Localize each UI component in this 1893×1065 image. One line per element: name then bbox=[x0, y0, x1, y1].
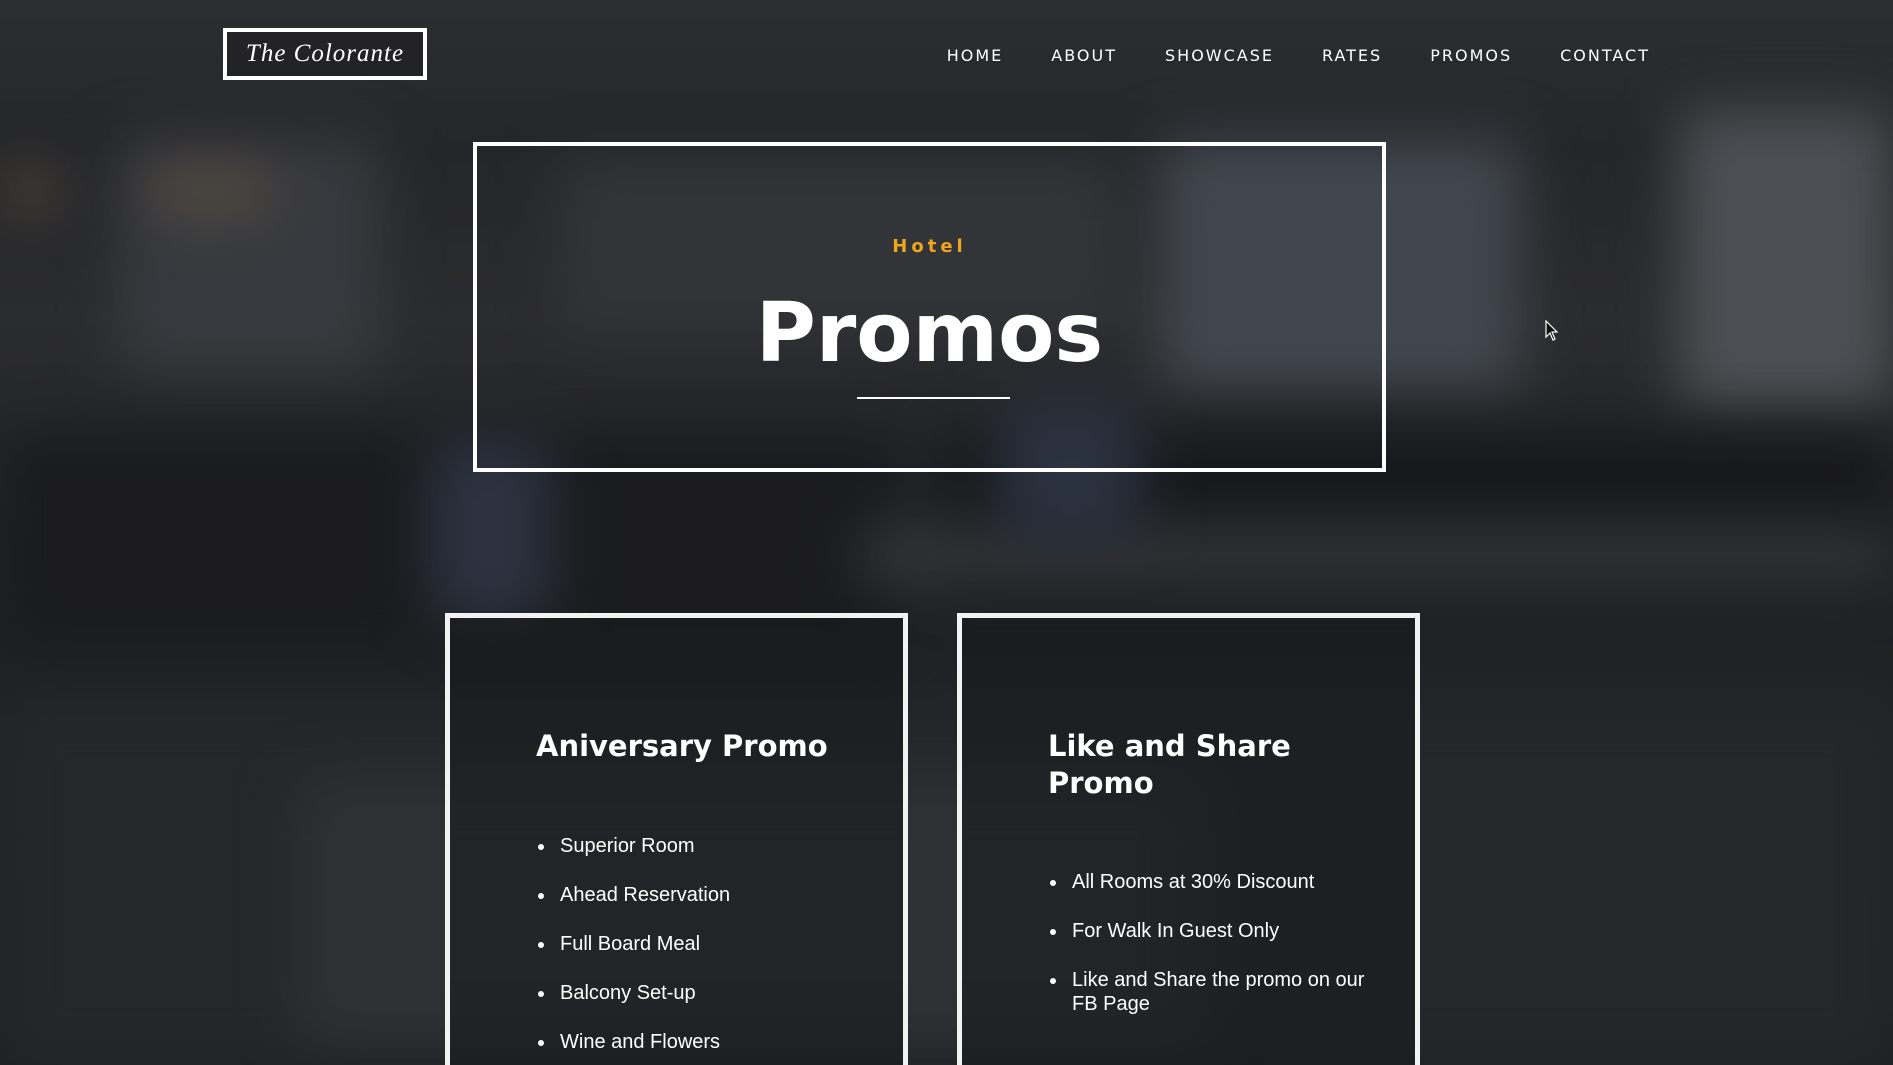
list-item: All Rooms at 30% Discount bbox=[1068, 870, 1368, 894]
nav-promos[interactable]: PROMOS bbox=[1430, 44, 1512, 68]
page: The Colorante HOME ABOUT SHOWCASE RATES … bbox=[0, 0, 1893, 1065]
nav-showcase[interactable]: SHOWCASE bbox=[1165, 44, 1274, 68]
list-item: Balcony Set-up bbox=[556, 981, 856, 1005]
main-nav: HOME ABOUT SHOWCASE RATES PROMOS CONTACT bbox=[899, 44, 1650, 68]
promo-title: Aniversary Promo bbox=[536, 729, 828, 763]
list-item: Superior Room bbox=[556, 834, 856, 858]
list-item: Wine and Flowers bbox=[556, 1030, 856, 1054]
nav-about[interactable]: ABOUT bbox=[1051, 44, 1117, 68]
list-item: Full Board Meal bbox=[556, 932, 856, 956]
nav-home[interactable]: HOME bbox=[947, 44, 1004, 68]
hero-eyebrow: Hotel bbox=[892, 236, 967, 257]
page-title: Promos bbox=[755, 286, 1104, 381]
promo-list: Superior Room Ahead Reservation Full Boa… bbox=[536, 834, 856, 1065]
title-divider bbox=[857, 397, 1010, 399]
nav-rates[interactable]: RATES bbox=[1322, 44, 1382, 68]
promo-list: All Rooms at 30% Discount For Walk In Gu… bbox=[1048, 870, 1368, 1041]
list-item: Ahead Reservation bbox=[556, 883, 856, 907]
hero-box: Hotel Promos bbox=[473, 142, 1386, 472]
mouse-pointer-icon bbox=[1545, 320, 1559, 341]
site-logo[interactable]: The Colorante bbox=[223, 28, 427, 80]
list-item: For Walk In Guest Only bbox=[1068, 919, 1368, 943]
nav-contact[interactable]: CONTACT bbox=[1560, 44, 1650, 68]
list-item: Like and Share the promo on our FB Page bbox=[1068, 968, 1368, 1016]
promo-card-aniversary: Aniversary Promo Superior Room Ahead Res… bbox=[445, 613, 908, 1065]
promo-card-like-and-share: Like and Share Promo All Rooms at 30% Di… bbox=[957, 613, 1420, 1065]
promo-title: Like and Share Promo bbox=[1048, 729, 1291, 800]
